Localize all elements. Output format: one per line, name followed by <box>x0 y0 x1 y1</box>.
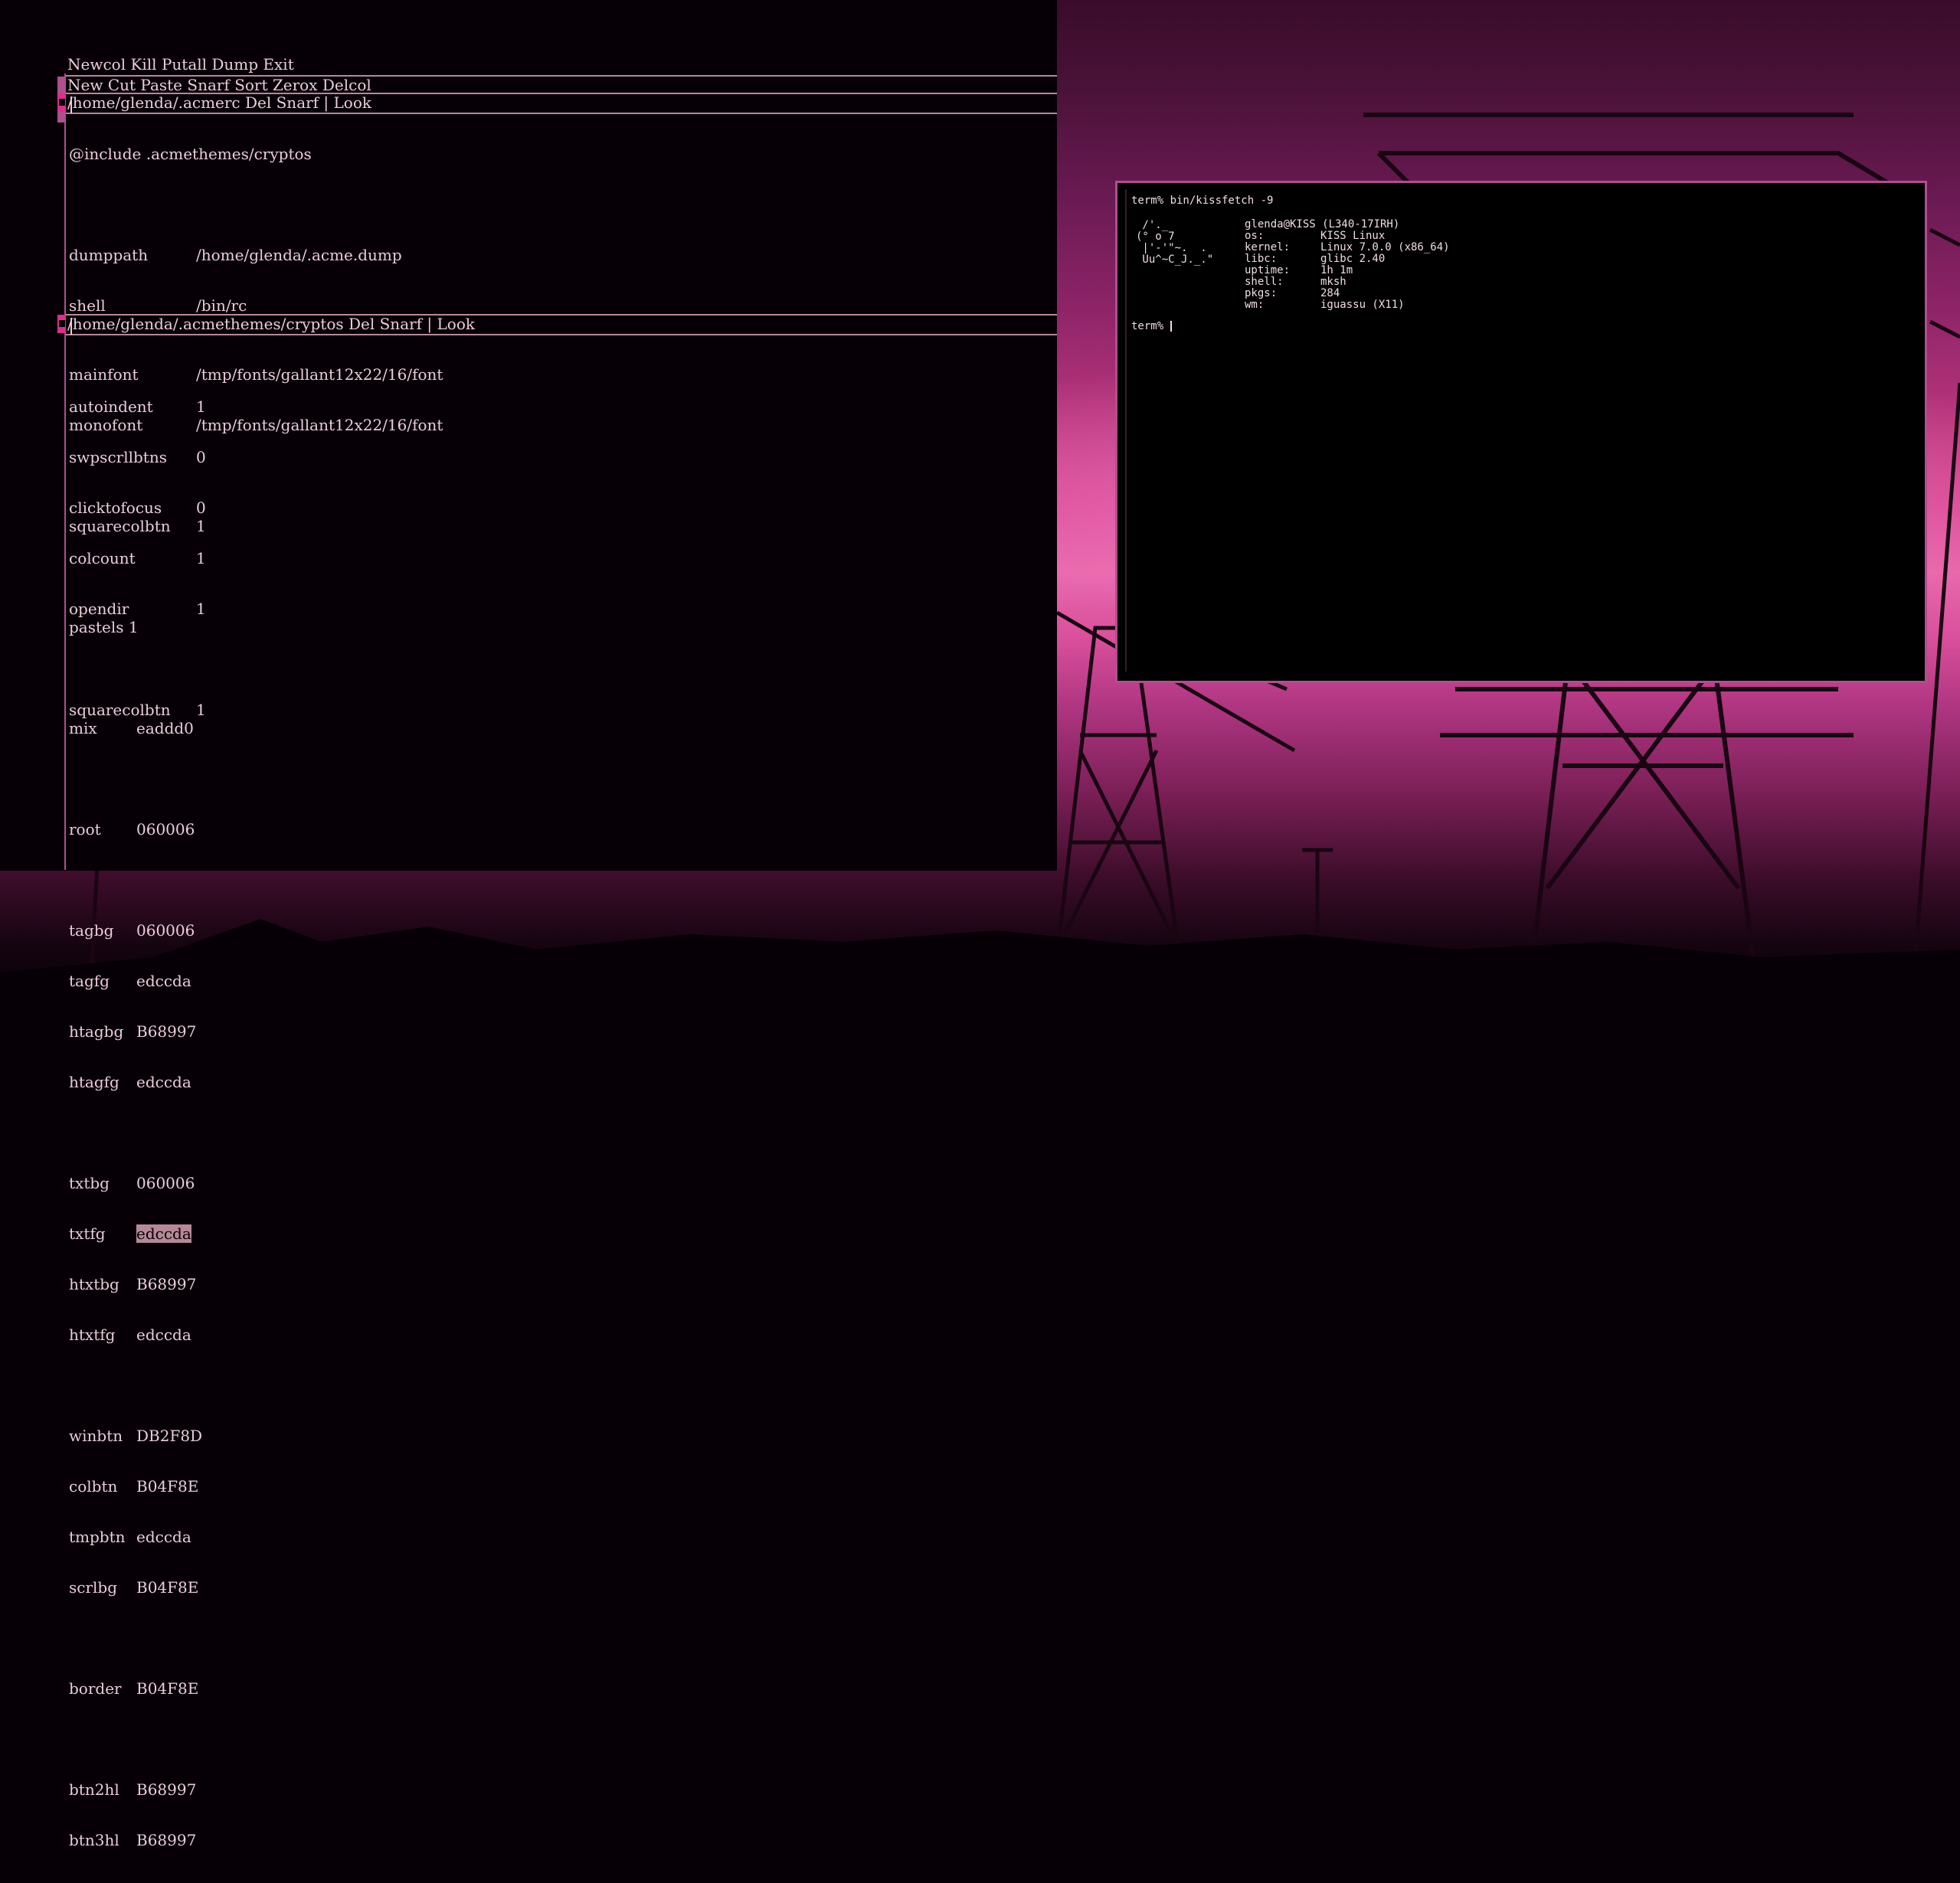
terminal-prompt[interactable]: term% <box>1131 321 1172 332</box>
font-line[interactable]: monofont/tmp/fonts/gallant12x22/16/font <box>69 417 443 433</box>
window-button-acmerc[interactable] <box>57 93 66 112</box>
info-header: glenda@KISS (L340-17IRH) <box>1245 218 1400 230</box>
acme-editor: Newcol Kill Putall Dump Exit New Cut Pas… <box>0 0 1057 1849</box>
palette-line[interactable]: txtfg edccda <box>69 1224 443 1243</box>
palette-line[interactable]: winbtn DB2F8D <box>69 1427 443 1444</box>
palette-line[interactable]: tagfg edccda <box>69 973 443 989</box>
terminal-scrollbar[interactable] <box>1125 189 1127 672</box>
palette-line[interactable]: htxtbg B68997 <box>69 1276 443 1293</box>
palette-line[interactable]: htxtfg edccda <box>69 1326 443 1343</box>
window-tag-acmerc[interactable]: /home/glenda/.acmerc Del Snarf | Look <box>66 93 1057 114</box>
info-row: os: KISS Linux <box>1245 230 1386 242</box>
info-row: kernel: Linux 7.0.0 (x86_64) <box>1245 241 1450 253</box>
palette-line[interactable]: btn3hl B68997 <box>69 1832 443 1849</box>
terminal-command-line: term% bin/kissfetch -9 <box>1131 195 1274 207</box>
palette-line[interactable]: htagbg B68997 <box>69 1023 443 1040</box>
palette-line[interactable]: mix eaddd0 <box>69 720 443 737</box>
palette-line[interactable]: scrlbg B04F8E <box>69 1579 443 1596</box>
window-button-cryptos[interactable] <box>57 315 66 333</box>
setting-line[interactable]: shell/bin/rc <box>69 297 402 314</box>
palette-line[interactable]: tagbg 060006 <box>69 922 443 939</box>
include-line[interactable]: @include .acmethemes/cryptos <box>69 145 402 162</box>
column-border <box>64 74 66 870</box>
column-tag[interactable]: Newcol Kill Putall Dump Exit <box>67 55 294 74</box>
system-info: glenda@KISS (L340-17IRH) os: KISS Linux k… <box>1245 219 1450 311</box>
pastels-line[interactable]: pastels 1 <box>69 619 443 636</box>
text-cursor <box>1170 321 1172 332</box>
window-tag-acmerc-text[interactable]: /home/glenda/.acmerc Del Snarf | Look <box>67 93 371 112</box>
palette-line[interactable]: border B04F8E <box>69 1680 443 1697</box>
window-tag-column-text[interactable]: New Cut Paste Snarf Sort Zerox Delcol <box>67 76 371 94</box>
info-row: shell: mksh <box>1245 276 1346 288</box>
palette-line[interactable]: tmpbtn edccda <box>69 1528 443 1545</box>
palette-line[interactable]: btn2hl B68997 <box>69 1781 443 1798</box>
setting-line[interactable]: squarecolbtn 1 <box>69 518 443 534</box>
setting-line[interactable]: dumppath/home/glenda/.acme.dump <box>69 247 402 263</box>
info-row: libc: glibc 2.40 <box>1245 253 1386 265</box>
palette-line[interactable]: txtbg 060006 <box>69 1175 443 1192</box>
palette-line[interactable]: htagfg edccda <box>69 1074 443 1090</box>
terminal-window[interactable]: term% bin/kissfetch -9 /'._ (° o 7 |'-'"~… <box>1115 181 1927 683</box>
info-row: uptime: 1h 1m <box>1245 264 1353 276</box>
cryptos-body[interactable]: mainfont/tmp/fonts/gallant12x22/16/font … <box>69 332 443 1882</box>
info-row: pkgs: 284 <box>1245 287 1340 299</box>
palette-line[interactable]: root 060006 <box>69 821 443 838</box>
font-line[interactable]: mainfont/tmp/fonts/gallant12x22/16/font <box>69 366 443 383</box>
info-row: wm: iguassu (X11) <box>1245 299 1405 311</box>
palette-line[interactable]: colbtn B04F8E <box>69 1478 443 1495</box>
kiss-ascii-art: /'._ (° o 7 |'-'"~. . Uu^~C_J._." <box>1136 219 1214 266</box>
window-tag-cryptos-text[interactable]: /home/glenda/.acmethemes/cryptos Del Sna… <box>67 315 475 333</box>
selected-text[interactable]: edccda <box>136 1224 191 1243</box>
